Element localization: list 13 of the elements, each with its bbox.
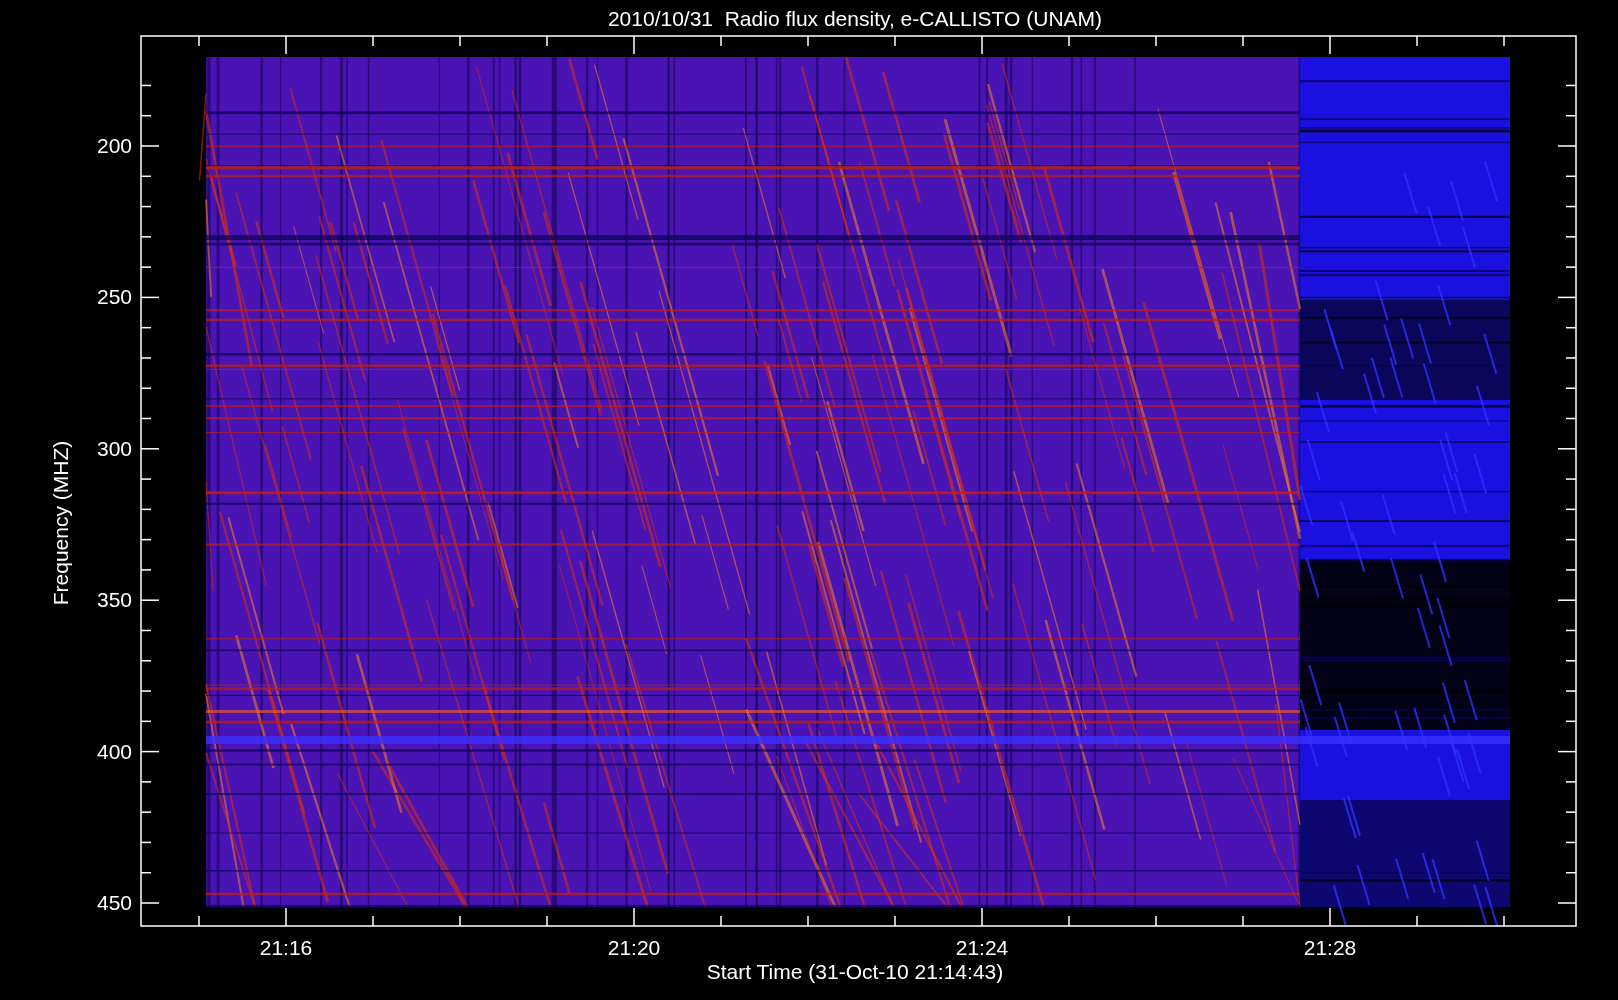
y-tick-label: 400 xyxy=(96,739,132,763)
x-tick-label: 21:16 xyxy=(259,936,313,959)
y-axis-label: Frequency (MHZ) xyxy=(49,440,72,606)
x-tick-label: 21:20 xyxy=(607,936,661,959)
y-tick-label: 300 xyxy=(96,436,132,460)
x-tick-label: 21:28 xyxy=(1303,936,1357,959)
y-tick-label: 200 xyxy=(96,134,132,157)
y-tick-label: 350 xyxy=(96,588,132,612)
y-tick-label: 250 xyxy=(96,285,132,309)
y-tick-label: 450 xyxy=(96,891,132,914)
x-tick-label: 21:24 xyxy=(955,936,1009,959)
plot-title: 2010/10/31 Radio flux density, e-CALLISTO (UNAM) xyxy=(607,7,1103,30)
x-axis-label: Start Time (31-Oct-10 21:14:43) xyxy=(706,960,1004,983)
